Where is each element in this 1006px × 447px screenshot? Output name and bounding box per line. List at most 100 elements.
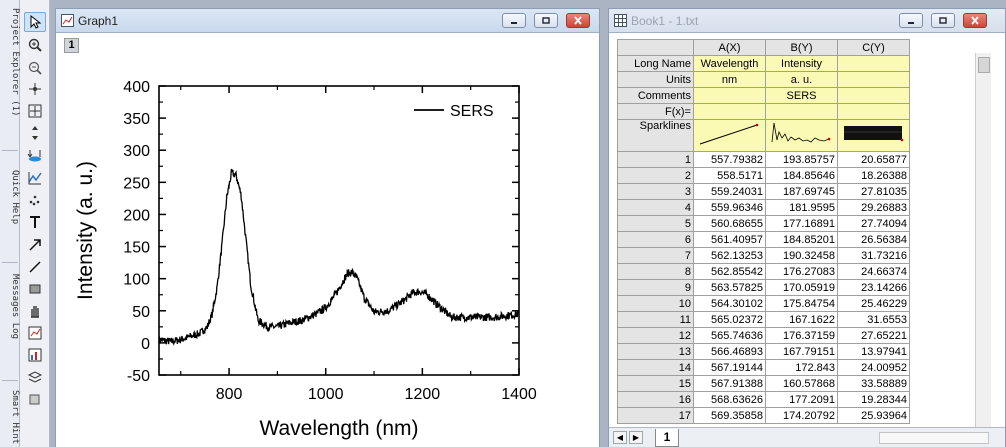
data-cell[interactable]: 25.93964 — [837, 407, 910, 424]
data-cell[interactable]: 184.85201 — [765, 231, 838, 248]
data-cell[interactable]: 175.84754 — [765, 295, 838, 312]
messages-log-tab[interactable]: Messages Log — [0, 270, 20, 370]
meta-cell[interactable] — [765, 103, 838, 120]
sparkline-c[interactable] — [837, 119, 910, 152]
scatter-points-icon[interactable] — [24, 190, 46, 210]
text-tool-icon[interactable] — [24, 212, 46, 232]
move-points-icon[interactable] — [24, 123, 46, 143]
table-row[interactable]: 3 559.24031 187.69745 27.81035 — [617, 183, 910, 200]
meta-cell[interactable] — [693, 103, 766, 120]
prev-sheet-icon[interactable]: ◀ — [613, 431, 627, 444]
data-cell[interactable]: 172.843 — [765, 359, 838, 376]
meta-row-label[interactable]: Comments — [617, 87, 694, 104]
data-cell[interactable]: 31.73216 — [837, 247, 910, 264]
sparkline-a[interactable] — [693, 119, 766, 152]
data-cell[interactable]: 18.26388 — [837, 167, 910, 184]
data-cell[interactable]: 561.40957 — [693, 231, 766, 248]
table-row[interactable]: 13 566.46893 167.79151 13.97941 — [617, 343, 910, 360]
table-row[interactable]: 4 559.96346 181.9595 29.26883 — [617, 199, 910, 216]
data-cell[interactable]: 563.57825 — [693, 279, 766, 296]
row-number[interactable]: 14 — [617, 359, 694, 376]
meta-row-label[interactable]: Long Name — [617, 55, 694, 72]
smart-hint-tab[interactable]: Smart Hint — [0, 386, 20, 447]
table-row[interactable]: 15 567.91388 160.57868 33.58889 — [617, 375, 910, 392]
data-reader-icon[interactable] — [24, 79, 46, 99]
data-cell[interactable]: 20.65877 — [837, 151, 910, 168]
next-sheet-icon[interactable]: ▶ — [629, 431, 643, 444]
data-cell[interactable]: 27.74094 — [837, 215, 910, 232]
meta-cell[interactable]: a. u. — [765, 71, 838, 88]
horizontal-scrollbar[interactable] — [879, 432, 989, 444]
series-line-sers[interactable] — [158, 168, 520, 346]
data-cell[interactable]: 565.02372 — [693, 311, 766, 328]
data-cell[interactable]: 23.14266 — [837, 279, 910, 296]
workbook-titlebar[interactable]: Book1 - 1.txt — [609, 9, 1005, 33]
insert-graph-icon[interactable] — [24, 323, 46, 343]
data-cell[interactable]: 184.85646 — [765, 167, 838, 184]
table-row[interactable]: 14 567.19144 172.843 24.00952 — [617, 359, 910, 376]
data-cell[interactable]: 177.2091 — [765, 391, 838, 408]
data-cell[interactable]: 27.81035 — [837, 183, 910, 200]
close-button[interactable] — [963, 13, 987, 28]
data-cell[interactable]: 13.97941 — [837, 343, 910, 360]
sparklines-label[interactable]: Sparklines — [617, 119, 694, 152]
table-row[interactable]: 16 568.63626 177.2091 19.28344 — [617, 391, 910, 408]
graph-titlebar[interactable]: Graph1 — [56, 9, 599, 33]
screen-reader-icon[interactable] — [24, 101, 46, 121]
minimize-button[interactable] — [899, 13, 923, 28]
table-row[interactable]: 10 564.30102 175.84754 25.46229 — [617, 295, 910, 312]
data-cell[interactable]: 160.57868 — [765, 375, 838, 392]
data-cell[interactable]: 167.79151 — [765, 343, 838, 360]
table-row[interactable]: 2 558.5171 184.85646 18.26388 — [617, 167, 910, 184]
meta-row-label[interactable]: F(x)= — [617, 103, 694, 120]
data-cell[interactable]: 562.85542 — [693, 263, 766, 280]
table-row[interactable]: 17 569.35858 174.20792 25.93964 — [617, 407, 910, 424]
data-cell[interactable]: 181.9595 — [765, 199, 838, 216]
data-cell[interactable]: 193.85757 — [765, 151, 838, 168]
data-selector-icon[interactable] — [24, 145, 46, 165]
data-cell[interactable]: 564.30102 — [693, 295, 766, 312]
row-number[interactable]: 16 — [617, 391, 694, 408]
zoom-in-tool-icon[interactable] — [24, 35, 46, 55]
row-number[interactable]: 6 — [617, 231, 694, 248]
table-row[interactable]: 8 562.85542 176.27083 24.66374 — [617, 263, 910, 280]
data-cell[interactable]: 560.68655 — [693, 215, 766, 232]
data-cell[interactable]: 559.24031 — [693, 183, 766, 200]
vertical-scrollbar[interactable] — [975, 53, 991, 431]
table-row[interactable]: 1 557.79382 193.85757 20.65877 — [617, 151, 910, 168]
column-header[interactable]: A(X) — [693, 39, 766, 56]
corner-cell[interactable] — [617, 39, 694, 56]
data-cell[interactable]: 187.69745 — [765, 183, 838, 200]
table-row[interactable]: 5 560.68655 177.16891 27.74094 — [617, 215, 910, 232]
scrollbar-thumb[interactable] — [978, 57, 990, 73]
meta-cell[interactable] — [837, 87, 910, 104]
data-cell[interactable]: 31.6553 — [837, 311, 910, 328]
worksheet-grid[interactable]: A(X) B(Y) C(Y) Long Name Wavelength Intens… — [617, 39, 910, 424]
row-number[interactable]: 5 — [617, 215, 694, 232]
row-number[interactable]: 3 — [617, 183, 694, 200]
meta-cell[interactable]: Intensity — [765, 55, 838, 72]
object-tool-icon[interactable] — [24, 389, 46, 409]
row-number[interactable]: 17 — [617, 407, 694, 424]
data-cell[interactable]: 170.05919 — [765, 279, 838, 296]
table-row[interactable]: 7 562.13253 190.32458 31.73216 — [617, 247, 910, 264]
data-cell[interactable]: 557.79382 — [693, 151, 766, 168]
data-cell[interactable]: 562.13253 — [693, 247, 766, 264]
row-number[interactable]: 11 — [617, 311, 694, 328]
data-cell[interactable]: 19.28344 — [837, 391, 910, 408]
close-button[interactable] — [566, 13, 590, 28]
meta-cell[interactable] — [693, 87, 766, 104]
meta-cell[interactable]: Wavelength — [693, 55, 766, 72]
sheet-tab[interactable]: 1 — [655, 429, 679, 447]
data-cell[interactable]: 167.1622 — [765, 311, 838, 328]
data-cell[interactable]: 176.37159 — [765, 327, 838, 344]
data-cell[interactable]: 174.20792 — [765, 407, 838, 424]
table-row[interactable]: 9 563.57825 170.05919 23.14266 — [617, 279, 910, 296]
meta-cell[interactable] — [837, 55, 910, 72]
arrow-tool-icon[interactable] — [24, 235, 46, 255]
data-cell[interactable]: 559.96346 — [693, 199, 766, 216]
row-number[interactable]: 10 — [617, 295, 694, 312]
data-cell[interactable]: 566.46893 — [693, 343, 766, 360]
column-header[interactable]: C(Y) — [837, 39, 910, 56]
sers-chart[interactable]: 800 1000 1200 1400 -50 0 50 100 150 200 250 300 350 4… — [56, 34, 599, 447]
